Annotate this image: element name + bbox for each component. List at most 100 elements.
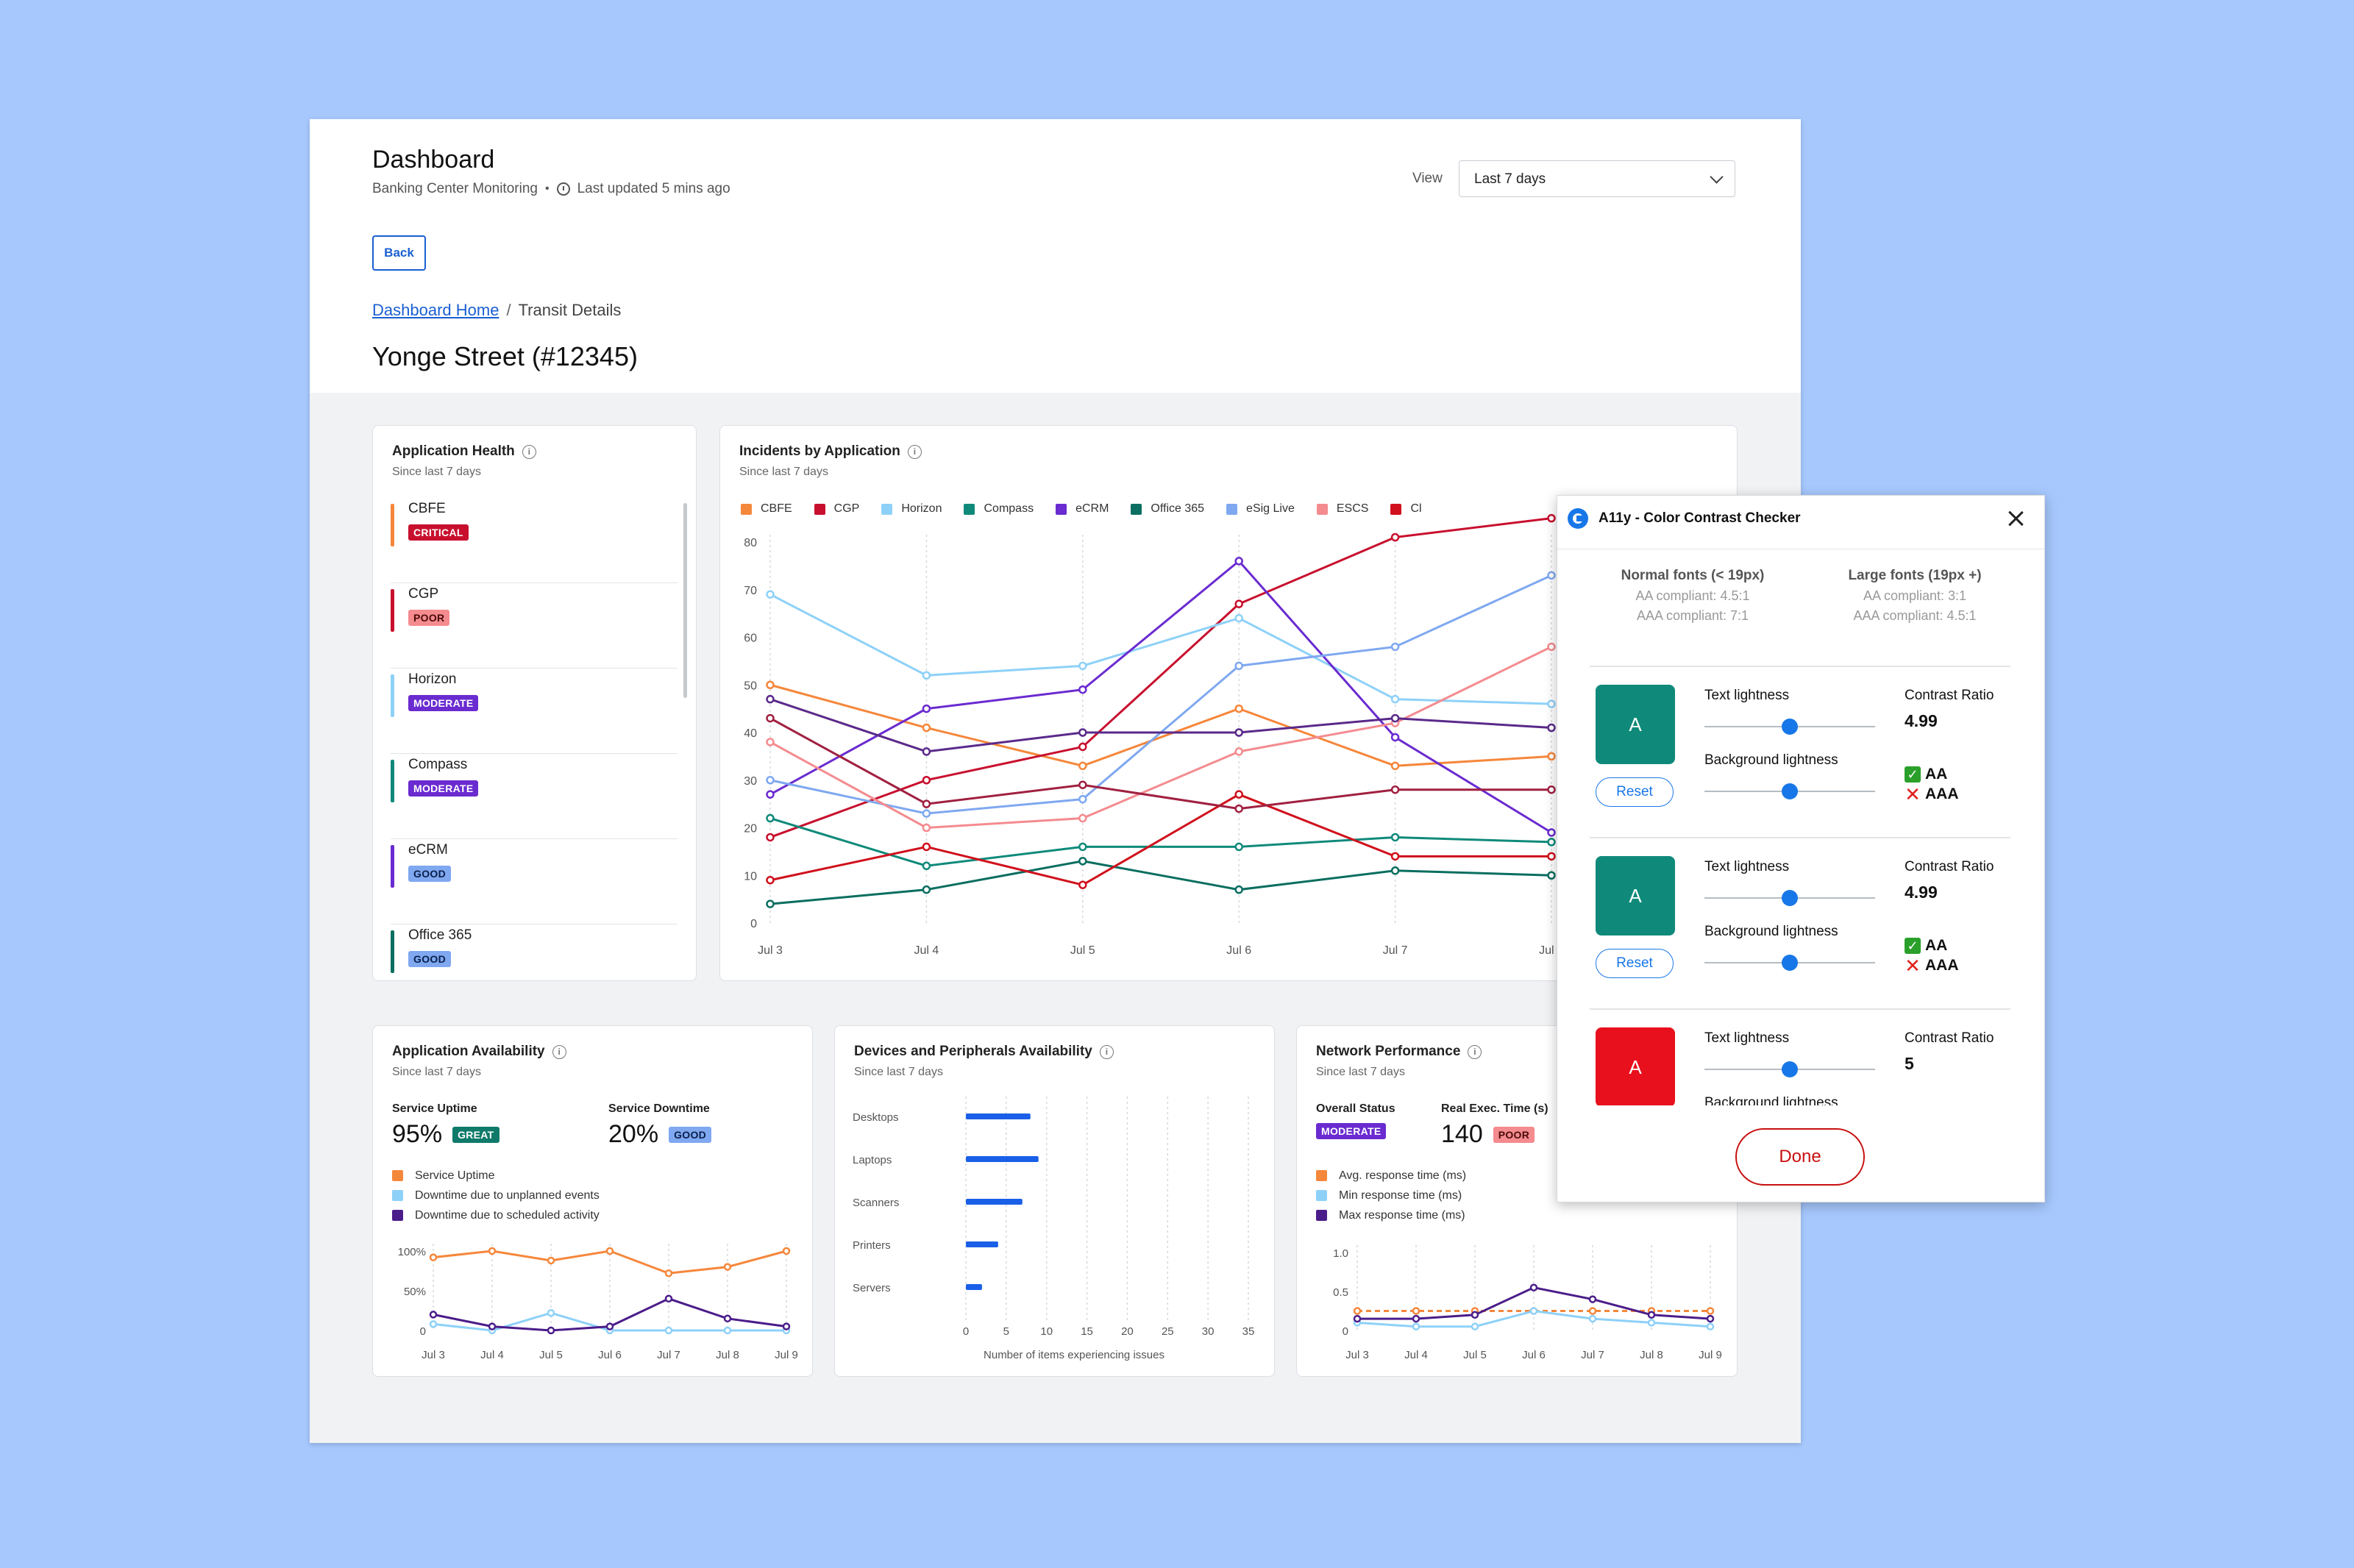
data-point[interactable] — [1390, 532, 1400, 542]
data-point[interactable] — [1706, 1314, 1715, 1323]
data-point[interactable] — [1078, 728, 1087, 737]
data-point[interactable] — [766, 680, 775, 689]
data-point[interactable] — [1078, 742, 1087, 752]
data-point[interactable] — [1706, 1307, 1715, 1315]
data-point[interactable] — [605, 1322, 614, 1330]
bar[interactable] — [966, 1199, 1023, 1205]
data-point[interactable] — [1588, 1314, 1597, 1323]
bar[interactable] — [966, 1284, 982, 1290]
data-point[interactable] — [766, 738, 775, 746]
data-point[interactable] — [1706, 1322, 1715, 1330]
data-point[interactable] — [1547, 642, 1556, 652]
reset-button[interactable]: Reset — [1596, 777, 1674, 807]
data-point[interactable] — [723, 1263, 732, 1271]
data-point[interactable] — [1390, 852, 1400, 861]
health-list-item[interactable]: Compass MODERATE — [391, 754, 678, 839]
background-lightness-slider[interactable] — [1704, 955, 1875, 971]
bar[interactable] — [966, 1241, 998, 1247]
data-point[interactable] — [1547, 852, 1556, 861]
data-point[interactable] — [1412, 1322, 1420, 1330]
data-point[interactable] — [1078, 761, 1087, 771]
data-point[interactable] — [1234, 704, 1243, 713]
text-lightness-slider[interactable] — [1704, 719, 1875, 735]
data-point[interactable] — [1078, 780, 1087, 789]
data-point[interactable] — [1547, 785, 1556, 794]
scrollbar[interactable] — [683, 503, 687, 698]
data-point[interactable] — [1547, 699, 1556, 708]
data-point[interactable] — [1471, 1322, 1479, 1330]
health-list-item[interactable]: Horizon MODERATE — [391, 669, 678, 754]
data-point[interactable] — [1547, 513, 1556, 523]
data-point[interactable] — [723, 1326, 732, 1335]
data-point[interactable] — [922, 747, 931, 756]
data-point[interactable] — [1078, 794, 1087, 804]
data-point[interactable] — [1234, 661, 1243, 671]
data-point[interactable] — [1547, 571, 1556, 580]
data-point[interactable] — [664, 1326, 673, 1335]
health-list-item[interactable]: CGP POOR — [391, 583, 678, 669]
data-point[interactable] — [1647, 1319, 1656, 1327]
data-point[interactable] — [664, 1294, 673, 1303]
data-point[interactable] — [766, 813, 775, 823]
data-point[interactable] — [723, 1314, 732, 1323]
data-point[interactable] — [1547, 838, 1556, 847]
data-point[interactable] — [1234, 747, 1243, 756]
data-point[interactable] — [1547, 752, 1556, 761]
data-point[interactable] — [1234, 557, 1243, 566]
data-point[interactable] — [488, 1247, 497, 1255]
data-point[interactable] — [1547, 828, 1556, 837]
data-point[interactable] — [429, 1320, 438, 1328]
data-point[interactable] — [1234, 885, 1243, 894]
data-point[interactable] — [1529, 1307, 1538, 1315]
data-point[interactable] — [1390, 713, 1400, 723]
slider-thumb[interactable] — [1782, 955, 1798, 971]
data-point[interactable] — [605, 1247, 614, 1255]
health-list-item[interactable]: CBFE CRITICAL — [391, 498, 678, 583]
text-lightness-slider[interactable] — [1704, 1061, 1875, 1077]
data-point[interactable] — [1390, 761, 1400, 771]
data-point[interactable] — [664, 1269, 673, 1277]
data-point[interactable] — [922, 823, 931, 833]
slider-thumb[interactable] — [1782, 890, 1798, 906]
breadcrumb-home-link[interactable]: Dashboard Home — [372, 301, 499, 319]
data-point[interactable] — [547, 1256, 555, 1265]
data-point[interactable] — [1234, 842, 1243, 852]
slider-thumb[interactable] — [1782, 1061, 1798, 1077]
data-point[interactable] — [766, 899, 775, 908]
data-point[interactable] — [922, 799, 931, 808]
data-point[interactable] — [1529, 1283, 1538, 1291]
data-point[interactable] — [782, 1247, 791, 1255]
data-point[interactable] — [1390, 866, 1400, 875]
data-point[interactable] — [766, 776, 775, 785]
data-point[interactable] — [547, 1308, 555, 1317]
data-point[interactable] — [766, 694, 775, 704]
data-point[interactable] — [1353, 1314, 1362, 1323]
data-point[interactable] — [922, 885, 931, 894]
data-point[interactable] — [1234, 728, 1243, 737]
info-icon[interactable]: i — [522, 444, 536, 459]
data-point[interactable] — [922, 861, 931, 871]
data-point[interactable] — [1390, 642, 1400, 652]
text-lightness-slider[interactable] — [1704, 890, 1875, 906]
data-point[interactable] — [922, 671, 931, 680]
data-point[interactable] — [766, 875, 775, 885]
bar[interactable] — [966, 1113, 1031, 1119]
data-point[interactable] — [1234, 613, 1243, 623]
data-point[interactable] — [766, 713, 775, 723]
data-point[interactable] — [1412, 1307, 1420, 1315]
data-point[interactable] — [1390, 733, 1400, 742]
data-point[interactable] — [1471, 1311, 1479, 1319]
data-point[interactable] — [922, 842, 931, 852]
data-point[interactable] — [1078, 813, 1087, 823]
data-point[interactable] — [1234, 804, 1243, 813]
done-button[interactable]: Done — [1735, 1128, 1865, 1186]
data-point[interactable] — [1390, 785, 1400, 794]
data-point[interactable] — [1588, 1295, 1597, 1303]
data-point[interactable] — [1234, 599, 1243, 608]
data-point[interactable] — [429, 1253, 438, 1261]
slider-thumb[interactable] — [1782, 783, 1798, 799]
data-point[interactable] — [547, 1326, 555, 1335]
view-select[interactable]: Last 7 days — [1459, 160, 1735, 197]
data-point[interactable] — [1234, 790, 1243, 799]
background-lightness-slider[interactable] — [1704, 783, 1875, 799]
